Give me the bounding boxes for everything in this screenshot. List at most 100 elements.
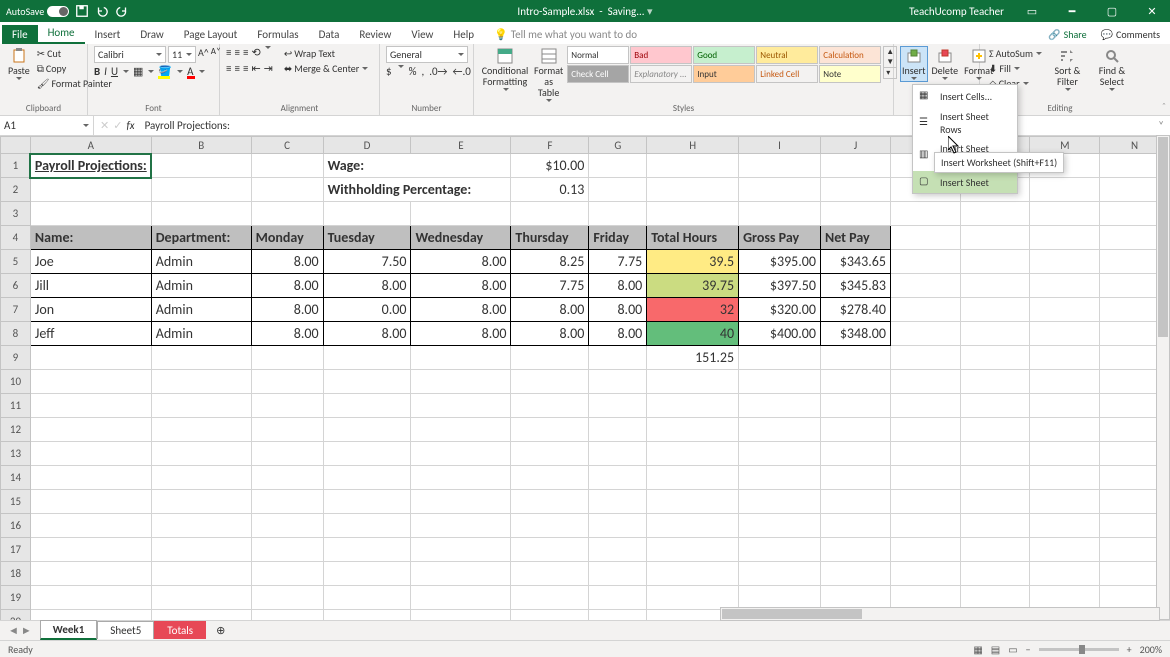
cell[interactable]: 0.13 <box>511 178 589 202</box>
cell[interactable]: $320.00 <box>739 298 821 322</box>
cell[interactable]: $278.40 <box>820 298 890 322</box>
align-right-icon[interactable]: ≡ <box>243 62 248 75</box>
menu-page-layout[interactable]: Page Layout <box>174 25 248 44</box>
style-linked-cell[interactable]: Linked Cell <box>756 65 818 83</box>
zoom-level[interactable]: 200% <box>1140 643 1162 656</box>
row-header[interactable]: 9 <box>1 346 31 370</box>
cell[interactable]: Jeff <box>30 322 151 346</box>
menu-data[interactable]: Data <box>309 25 350 44</box>
orientation-icon[interactable]: ⟲ <box>251 46 260 59</box>
autosave-toggle[interactable]: AutoSave <box>6 5 69 18</box>
cancel-formula-icon[interactable]: ✕ <box>100 119 109 132</box>
accounting-format-icon[interactable]: $ <box>386 65 392 78</box>
zoom-slider[interactable] <box>1039 648 1119 651</box>
tab-prev-icon[interactable]: ◄ <box>8 624 19 637</box>
insert-rows-item[interactable]: ☰Insert Sheet Rows <box>913 107 1017 139</box>
cell[interactable]: 8.00 <box>411 250 511 274</box>
cell[interactable]: 39.75 <box>647 274 739 298</box>
menu-insert[interactable]: Insert <box>85 25 131 44</box>
cell[interactable]: 8.00 <box>251 322 323 346</box>
horizontal-scrollbar[interactable] <box>720 607 1160 623</box>
close-icon[interactable]: ✕ <box>1140 3 1164 19</box>
cell[interactable]: $348.00 <box>820 322 890 346</box>
row-header[interactable]: 15 <box>1 490 31 514</box>
menu-formulas[interactable]: Formulas <box>247 25 308 44</box>
style-check-cell[interactable]: Check Cell <box>567 65 629 83</box>
save-icon[interactable] <box>75 4 89 18</box>
align-bottom-icon[interactable]: ≡ <box>243 46 248 59</box>
insert-cells-item[interactable]: ▦Insert Cells... <box>913 85 1017 107</box>
row-header[interactable]: 3 <box>1 202 31 226</box>
fx-icon[interactable]: fx <box>126 119 134 132</box>
cell[interactable]: Name: <box>30 226 151 250</box>
cell[interactable]: $10.00 <box>511 154 589 178</box>
name-box[interactable]: A1 <box>0 116 94 135</box>
cell[interactable]: $400.00 <box>739 322 821 346</box>
style-explanatory[interactable]: Explanatory ... <box>630 65 692 83</box>
row-header[interactable]: 5 <box>1 250 31 274</box>
insert-cells-button[interactable]: Insert <box>900 46 928 82</box>
sheet-tab[interactable]: Sheet5 <box>97 621 154 639</box>
cell[interactable]: 7.75 <box>511 274 589 298</box>
menu-review[interactable]: Review <box>349 25 401 44</box>
grow-font-icon[interactable]: A^ <box>198 46 209 63</box>
cell[interactable]: 8.00 <box>589 298 647 322</box>
cell[interactable]: 40 <box>647 322 739 346</box>
style-bad[interactable]: Bad <box>630 46 692 64</box>
row-header[interactable]: 14 <box>1 466 31 490</box>
cell[interactable]: $343.65 <box>820 250 890 274</box>
align-center-icon[interactable]: ≡ <box>234 62 239 75</box>
find-select-button[interactable]: Find & Select <box>1090 46 1134 93</box>
font-size-select[interactable]: 11 <box>168 46 196 63</box>
view-normal-icon[interactable]: ▦ <box>973 643 982 656</box>
italic-button[interactable]: I <box>104 65 107 78</box>
style-input[interactable]: Input <box>693 65 755 83</box>
expand-formula-bar-icon[interactable]: ˅ <box>1152 119 1170 132</box>
conditional-formatting-button[interactable]: Conditional Formatting <box>480 46 530 93</box>
cell[interactable]: Withholding Percentage: <box>323 178 511 202</box>
align-top-icon[interactable]: ≡ <box>226 46 231 59</box>
style-calculation[interactable]: Calculation <box>819 46 881 64</box>
cell[interactable]: 32 <box>647 298 739 322</box>
cell[interactable]: 8.00 <box>589 274 647 298</box>
row-header[interactable]: 7 <box>1 298 31 322</box>
tell-me[interactable]: 💡Tell me what you want to do <box>484 25 647 44</box>
cell[interactable]: Monday <box>251 226 323 250</box>
decrease-decimal-icon[interactable]: ←.0 <box>453 65 471 78</box>
cell[interactable]: Tuesday <box>323 226 411 250</box>
row-header[interactable]: 4 <box>1 226 31 250</box>
comma-format-icon[interactable]: , <box>421 65 424 78</box>
cell[interactable]: 8.00 <box>411 274 511 298</box>
cell[interactable]: Joe <box>30 250 151 274</box>
menu-draw[interactable]: Draw <box>130 25 173 44</box>
minimize-icon[interactable]: ━ <box>1060 3 1084 19</box>
view-page-layout-icon[interactable]: ▤ <box>991 643 1000 656</box>
comments-button[interactable]: 💬Comments <box>1101 25 1160 44</box>
menu-home[interactable]: Home <box>38 23 85 44</box>
cell[interactable]: $397.50 <box>739 274 821 298</box>
number-format-select[interactable]: General <box>386 46 468 63</box>
redo-icon[interactable] <box>115 4 129 18</box>
cell[interactable]: Admin <box>151 274 251 298</box>
cell[interactable]: Jon <box>30 298 151 322</box>
row-header[interactable]: 2 <box>1 178 31 202</box>
cell[interactable]: Gross Pay <box>739 226 821 250</box>
merge-center-button[interactable]: ⬌Merge & Center <box>281 61 371 76</box>
cell[interactable]: Net Pay <box>820 226 890 250</box>
paste-button[interactable]: Paste <box>6 46 32 82</box>
sheet-tab[interactable]: Week1 <box>40 620 98 640</box>
enter-formula-icon[interactable]: ✓ <box>113 119 122 132</box>
delete-cells-button[interactable]: Delete <box>930 46 961 82</box>
row-header[interactable]: 8 <box>1 322 31 346</box>
zoom-out-icon[interactable]: − <box>1026 643 1031 656</box>
cell[interactable]: 8.00 <box>323 322 411 346</box>
fill-color-button[interactable]: 🪣 <box>158 65 172 78</box>
row-header[interactable]: 10 <box>1 370 31 394</box>
cell[interactable]: $345.83 <box>820 274 890 298</box>
cell[interactable]: 7.75 <box>589 250 647 274</box>
cell[interactable]: 7.50 <box>323 250 411 274</box>
underline-button[interactable]: U <box>111 65 118 78</box>
style-good[interactable]: Good <box>693 46 755 64</box>
row-header[interactable]: 17 <box>1 538 31 562</box>
row-header[interactable]: 18 <box>1 562 31 586</box>
